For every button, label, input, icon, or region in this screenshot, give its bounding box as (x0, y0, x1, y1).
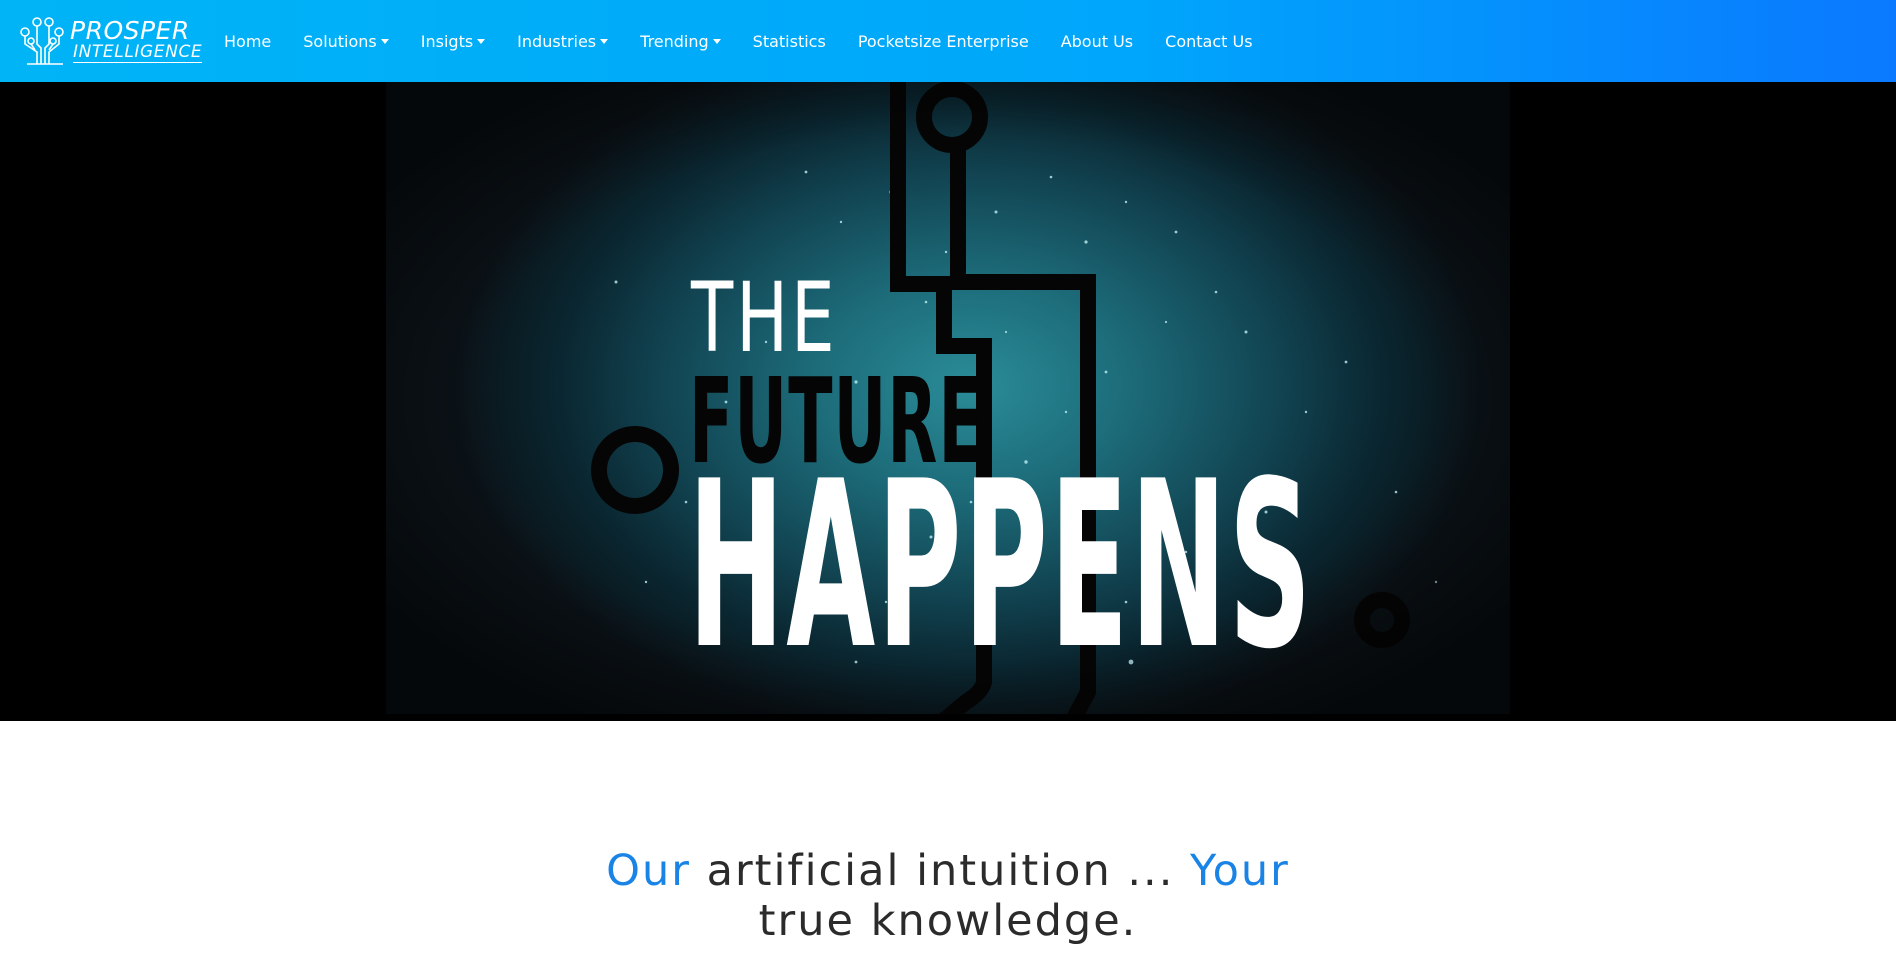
brand-name: PROSPER (70, 16, 190, 45)
brand-wordmark: PROSPER INTELLIGENCE (70, 16, 203, 63)
nav-insights-dropdown[interactable]: Insigts (420, 31, 486, 51)
nav-solutions-dropdown[interactable]: Solutions (303, 32, 389, 51)
nav-home-label: Home (224, 31, 272, 51)
nav-statistics-label: Statistics (752, 31, 826, 51)
hero-section: THE FUTURE HAPPENS (0, 82, 1896, 721)
nav-industries-dropdown[interactable]: Industries (517, 31, 609, 51)
caret-down-icon (477, 39, 486, 44)
nav-insights-label: Insigts (420, 31, 474, 51)
tagline-accent-your: Your (1190, 846, 1290, 896)
nav-industries-label: Industries (517, 31, 597, 51)
tagline-text: Our artificial intuition ... Your true k… (588, 846, 1308, 946)
caret-down-icon (380, 39, 389, 44)
caret-down-icon (600, 39, 609, 44)
nav-solutions-label: Solutions (303, 31, 377, 51)
hero-banner-image: THE FUTURE HAPPENS (386, 82, 1510, 714)
circuit-tree-logo-icon (20, 17, 64, 65)
nav-statistics[interactable]: Statistics (753, 32, 826, 51)
brand-logo[interactable]: PROSPER INTELLIGENCE (15, 14, 203, 68)
tagline-accent-our: Our (606, 846, 691, 896)
caret-down-icon (712, 39, 721, 44)
nav-pocketsize-enterprise[interactable]: Pocketsize Enterprise (858, 32, 1029, 51)
nav-home[interactable]: Home (224, 32, 271, 51)
hero-heading-happens: HAPPENS (688, 433, 1314, 700)
nav-pocketsize-label: Pocketsize Enterprise (857, 31, 1029, 51)
brand-subtitle: INTELLIGENCE (73, 42, 203, 63)
top-navbar: PROSPER INTELLIGENCE Home Solutions Insi… (0, 0, 1896, 82)
nav-contact-us[interactable]: Contact Us (1165, 32, 1252, 51)
nav-contact-label: Contact Us (1165, 31, 1253, 51)
nav-about-label: About Us (1060, 31, 1134, 51)
nav-trending-dropdown[interactable]: Trending (640, 32, 721, 51)
tagline: Our artificial intuition ... Your true k… (0, 846, 1896, 946)
main-nav: Home Solutions Insigts Industries Trendi… (224, 0, 1285, 82)
tagline-middle: artificial intuition ... (690, 846, 1191, 896)
tagline-end: true knowledge. (758, 896, 1138, 946)
nav-about-us[interactable]: About Us (1061, 32, 1133, 51)
nav-trending-label: Trending (640, 31, 709, 51)
